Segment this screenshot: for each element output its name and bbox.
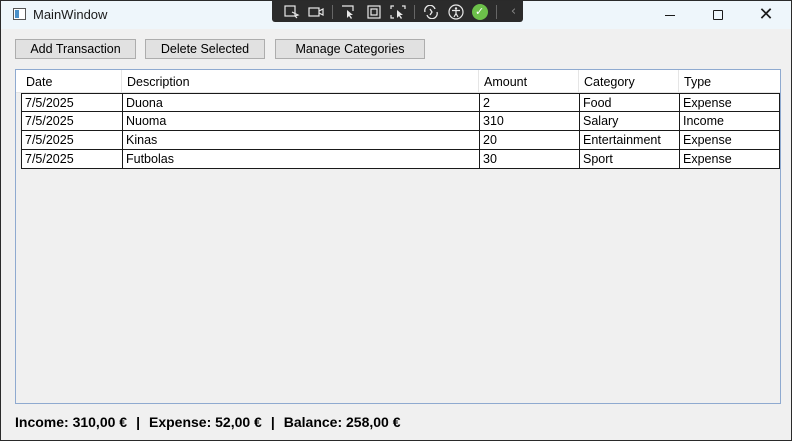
window-title: MainWindow: [33, 7, 108, 22]
toolbar-separator: [496, 4, 497, 19]
cell-type[interactable]: Expense: [679, 131, 780, 149]
grid-rows: 7/5/2025 Duona 2 Food Expense 7/5/2025 N…: [21, 93, 780, 169]
column-header-date[interactable]: Date: [21, 70, 122, 93]
cell-category[interactable]: Salary: [579, 112, 679, 130]
minimize-button[interactable]: [647, 1, 693, 29]
close-icon: ✕: [758, 4, 774, 25]
hot-reload-icon[interactable]: [422, 3, 441, 21]
check-status-icon[interactable]: ✓: [470, 3, 489, 21]
column-header-category[interactable]: Category: [579, 70, 679, 93]
table-row[interactable]: 7/5/2025 Kinas 20 Entertainment Expense: [21, 131, 780, 150]
cell-category[interactable]: Food: [579, 94, 679, 112]
close-button[interactable]: ✕: [743, 1, 789, 29]
cell-date[interactable]: 7/5/2025: [21, 131, 122, 149]
cell-date[interactable]: 7/5/2025: [21, 94, 122, 112]
summary-separator: |: [136, 414, 140, 430]
cell-type[interactable]: Expense: [679, 94, 780, 112]
transactions-grid[interactable]: Date Description Amount Category Type 7/…: [15, 69, 781, 404]
cell-description[interactable]: Duona: [122, 94, 479, 112]
accessibility-icon[interactable]: [446, 3, 465, 21]
manage-categories-button[interactable]: Manage Categories: [275, 39, 425, 59]
maximize-icon: [713, 10, 723, 20]
track-focus-icon[interactable]: [388, 3, 407, 21]
cell-amount[interactable]: 310: [479, 112, 579, 130]
cell-type[interactable]: Expense: [679, 150, 780, 168]
table-row[interactable]: 7/5/2025 Nuoma 310 Salary Income: [21, 112, 780, 131]
main-window: MainWindow ✕ ✓ ‹ Add Transaction Delete …: [0, 0, 792, 441]
summary-bar: Income: 310,00 € | Expense: 52,00 € | Balanc…: [15, 414, 401, 430]
cell-date[interactable]: 7/5/2025: [21, 150, 122, 168]
collapse-chevron-icon[interactable]: ‹: [504, 3, 523, 21]
toolbar-separator: [414, 4, 415, 19]
cell-category[interactable]: Sport: [579, 150, 679, 168]
expense-total: Expense: 52,00 €: [148, 414, 262, 430]
grid-header: Date Description Amount Category Type: [16, 70, 780, 93]
column-header-type[interactable]: Type: [679, 70, 780, 93]
balance-total: Balance: 258,00 €: [283, 414, 401, 430]
toolbar-separator: [332, 4, 333, 19]
cell-category[interactable]: Entertainment: [579, 131, 679, 149]
minimize-icon: [665, 14, 675, 16]
cell-type[interactable]: Income: [679, 112, 780, 130]
layout-adorner-icon[interactable]: [364, 3, 383, 21]
cell-description[interactable]: Futbolas: [122, 150, 479, 168]
column-header-amount[interactable]: Amount: [479, 70, 579, 93]
record-icon[interactable]: [306, 3, 325, 21]
table-row[interactable]: 7/5/2025 Futbolas 30 Sport Expense: [21, 150, 780, 169]
delete-selected-button[interactable]: Delete Selected: [145, 39, 265, 59]
column-header-description[interactable]: Description: [122, 70, 479, 93]
cell-amount[interactable]: 2: [479, 94, 579, 112]
maximize-button[interactable]: [695, 1, 741, 29]
cell-amount[interactable]: 20: [479, 131, 579, 149]
app-window-icon: [13, 8, 26, 20]
cell-description[interactable]: Kinas: [122, 131, 479, 149]
add-transaction-button[interactable]: Add Transaction: [15, 39, 136, 59]
summary-separator: |: [270, 414, 275, 430]
xaml-debug-toolbar: ✓ ‹: [272, 1, 523, 22]
cell-date[interactable]: 7/5/2025: [21, 112, 122, 130]
pointer-icon[interactable]: [340, 3, 359, 21]
table-row[interactable]: 7/5/2025 Duona 2 Food Expense: [21, 93, 780, 112]
select-element-icon[interactable]: [282, 3, 301, 21]
income-total: Income: 310,00 €: [15, 414, 128, 430]
cell-description[interactable]: Nuoma: [122, 112, 479, 130]
cell-amount[interactable]: 30: [479, 150, 579, 168]
